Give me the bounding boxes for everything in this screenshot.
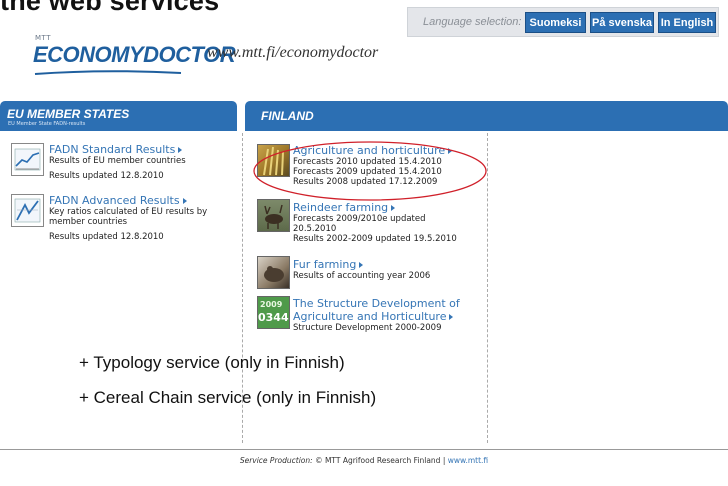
item-description: Key ratios calculated of EU results by <box>49 207 208 217</box>
finland-item-structure: The Structure Development of Agriculture… <box>293 297 460 333</box>
item-description: Structure Development 2000-2009 <box>293 323 442 333</box>
item-updated: Results updated 12.8.2010 <box>49 232 164 242</box>
eu-panel-subtitle: EU Member State FADN-results <box>8 121 86 127</box>
arrow-right-icon <box>391 205 396 211</box>
slide-title: the web services <box>0 0 220 16</box>
note-typology: + Typology service (only in Finnish) <box>79 353 345 372</box>
fadn-advanced-link[interactable]: FADN Advanced Results <box>49 194 207 207</box>
item-description: Forecasts 2009/2010e updated <box>293 214 426 224</box>
structure-link[interactable]: Agriculture and Horticulture <box>293 310 460 323</box>
note-cereal-chain: + Cereal Chain service (only in Finnish) <box>79 388 377 407</box>
finland-panel-header: FINLAND <box>245 101 728 131</box>
reindeer-link[interactable]: Reindeer farming <box>293 201 457 214</box>
logo-swoosh-icon <box>34 70 182 75</box>
arrow-right-icon <box>178 147 183 153</box>
arrow-right-icon <box>182 198 187 204</box>
fur-link[interactable]: Fur farming <box>293 258 430 271</box>
language-label: Language selection: <box>423 16 522 28</box>
item-description: Results of accounting year 2006 <box>293 271 431 281</box>
arrow-right-icon <box>359 262 364 268</box>
svg-text:2009: 2009 <box>260 300 283 309</box>
finland-item-fur: Fur farming Results of accounting year 2… <box>293 258 430 281</box>
lang-button-finnish[interactable]: Suomeksi <box>525 12 586 33</box>
fadn-standard-link[interactable]: FADN Standard Results <box>49 143 186 156</box>
reindeer-thumbnail <box>257 199 290 232</box>
fur-thumbnail <box>257 256 290 289</box>
advanced-chart-icon <box>11 194 44 227</box>
line-chart-icon <box>11 143 44 176</box>
highlight-ellipse <box>253 141 487 201</box>
lang-button-english[interactable]: In English <box>658 12 716 33</box>
footer-text: © MTT Agrifood Research Finland | <box>315 456 446 465</box>
footer-label: Service Production: <box>239 456 313 465</box>
arrow-right-icon <box>449 314 454 320</box>
svg-text:0344: 0344 <box>258 311 289 324</box>
structure-link-line1[interactable]: The Structure Development of <box>293 297 460 310</box>
footer-divider <box>0 449 728 450</box>
eu-panel-header: EU MEMBER STATES EU Member State FADN-re… <box>0 101 237 131</box>
eu-panel-title: EU MEMBER STATES <box>7 107 130 121</box>
eu-item-standard: FADN Standard Results Results of EU memb… <box>49 143 186 181</box>
item-description: Results of EU member countries <box>49 156 186 166</box>
lang-button-swedish[interactable]: På svenska <box>590 12 654 33</box>
eu-item-advanced: FADN Advanced Results Key ratios calcula… <box>49 194 207 242</box>
finland-panel-title: FINLAND <box>261 109 314 123</box>
footer-link[interactable]: www.mtt.fi <box>448 456 488 465</box>
item-updated: Results updated 12.8.2010 <box>49 171 164 181</box>
logo-main-text: ECONOMYDOCTOR <box>33 42 236 67</box>
footer: Service Production: © MTT Agrifood Resea… <box>0 456 728 465</box>
item-description: member countries <box>49 217 128 227</box>
item-description: Results 2002-2009 updated 19.5.2010 <box>293 234 457 244</box>
finland-item-reindeer: Reindeer farming Forecasts 2009/2010e up… <box>293 201 457 244</box>
site-url: www.mtt.fi/economydoctor <box>207 44 379 61</box>
item-description: 20.5.2010 <box>293 224 337 234</box>
logo-mtt-text: MTT <box>35 34 51 42</box>
structure-thumbnail: 2009 0344 <box>257 296 290 329</box>
